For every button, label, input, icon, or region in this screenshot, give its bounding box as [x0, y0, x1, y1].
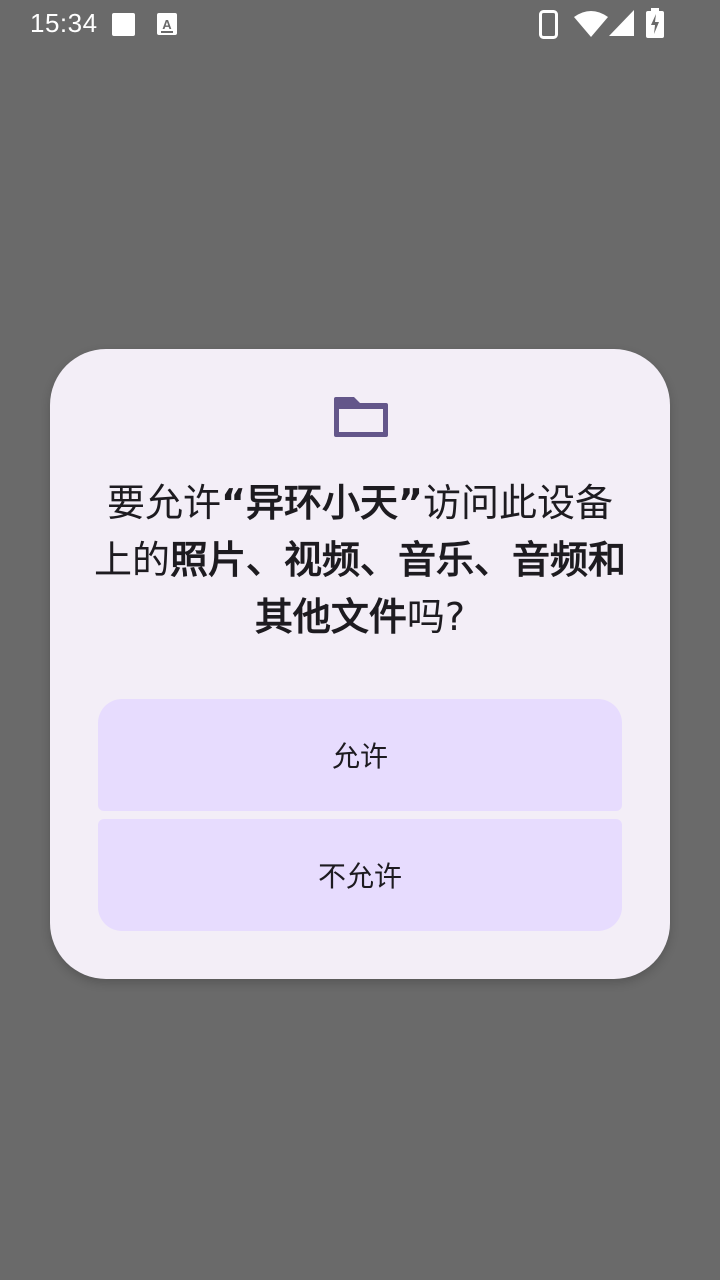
- title-part-1: 要允许: [107, 481, 222, 525]
- title-part-5: 吗?: [406, 595, 466, 639]
- allow-button-label: 允许: [331, 740, 388, 773]
- wifi-icon: [574, 11, 608, 37]
- phone-icon: [539, 10, 558, 39]
- a-badge-icon: A: [157, 13, 177, 35]
- signal-icon: [609, 10, 634, 36]
- permission-dialog: 要允许“异环小天”访问此设备上的照片、视频、音乐、音频和其他文件吗? 允许 不允…: [50, 349, 670, 979]
- deny-button[interactable]: 不允许: [98, 819, 622, 931]
- deny-button-label: 不允许: [317, 860, 402, 893]
- dialog-title: 要允许“异环小天”访问此设备上的照片、视频、音乐、音频和其他文件吗?: [90, 475, 630, 646]
- app-name: “异环小天”: [221, 481, 423, 525]
- folder-icon: [334, 397, 388, 437]
- allow-button[interactable]: 允许: [98, 699, 622, 811]
- notification-square-icon: [112, 13, 135, 36]
- status-time: 15:34: [30, 8, 98, 38]
- status-bar: 15:34 A: [0, 0, 720, 48]
- svg-text:A: A: [162, 17, 172, 32]
- battery-charging-icon: [646, 8, 664, 38]
- file-types: 照片、视频、音乐、音频和其他文件: [170, 538, 627, 639]
